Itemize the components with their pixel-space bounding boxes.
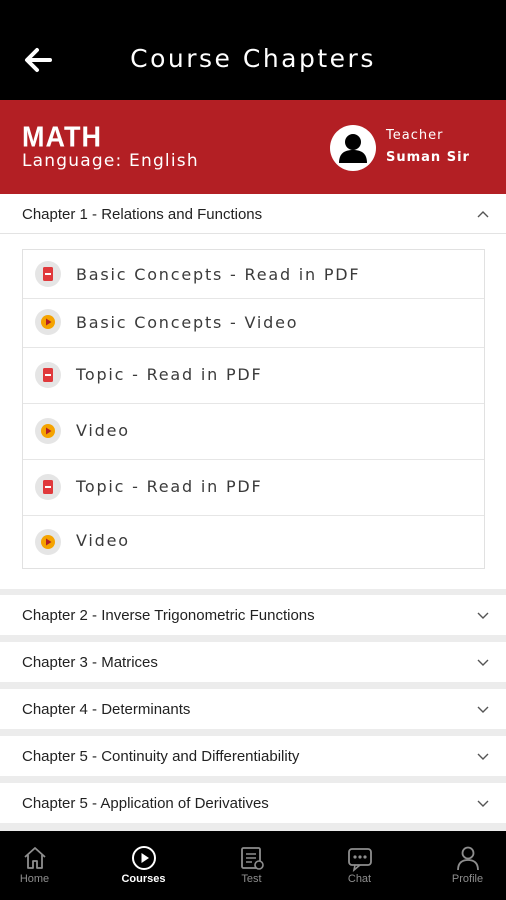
- lesson-item[interactable]: Basic Concepts - Video: [23, 299, 484, 348]
- chat-icon: [347, 848, 372, 872]
- chapter-title: Chapter 1 - Relations and Functions: [22, 206, 263, 223]
- lesson-label: Topic - Read in PDF: [76, 365, 263, 384]
- pdf-icon: [35, 474, 61, 500]
- lesson-label: Video: [76, 421, 130, 440]
- chapter-header[interactable]: Chapter 1 - Relations and Functions: [0, 194, 506, 234]
- chapter-header[interactable]: Chapter 5 - Continuity and Differentiabi…: [0, 736, 506, 776]
- chapter-title: Chapter 3 - Matrices: [22, 654, 158, 671]
- chevron-down-icon: [477, 753, 489, 760]
- chapter-title: Chapter 4 - Determinants: [22, 701, 191, 718]
- chapter-header[interactable]: Chapter 2 - Inverse Trigonometric Functi…: [0, 595, 506, 635]
- teacher-label: Teacher: [386, 128, 444, 143]
- chapter-title: Chapter 5 - Application of Derivatives: [22, 795, 269, 812]
- nav-label: Courses: [121, 873, 166, 885]
- chapter-header[interactable]: Chapter 4 - Determinants: [0, 689, 506, 729]
- bottom-nav: Home Courses Test Chat Profile: [0, 831, 506, 900]
- lesson-item[interactable]: Topic - Read in PDF: [23, 348, 484, 404]
- course-language: Language: English: [22, 151, 199, 171]
- chevron-down-icon: [477, 706, 489, 713]
- nav-test[interactable]: Test: [201, 831, 302, 900]
- home-icon: [23, 847, 46, 869]
- person-icon: [339, 134, 367, 163]
- chevron-up-icon: [477, 211, 489, 218]
- app-bar: Course Chapters: [0, 0, 506, 100]
- nav-label: Profile: [451, 873, 484, 885]
- pdf-icon: [35, 261, 61, 287]
- chapter-panel-expanded: Chapter 1 - Relations and Functions Basi…: [0, 194, 506, 589]
- lesson-label: Video: [76, 531, 130, 550]
- chevron-down-icon: [477, 612, 489, 619]
- play-icon: [35, 309, 61, 335]
- lesson-item[interactable]: Basic Concepts - Read in PDF: [23, 250, 484, 299]
- play-icon: [35, 529, 61, 555]
- nav-profile[interactable]: Profile: [417, 831, 506, 900]
- chevron-down-icon: [477, 659, 489, 666]
- lesson-label: Basic Concepts - Video: [76, 313, 299, 332]
- lesson-list: Basic Concepts - Read in PDF Basic Conce…: [22, 249, 485, 569]
- course-subject: MATH: [22, 121, 102, 153]
- play-icon: [35, 418, 61, 444]
- page-title: Course Chapters: [130, 44, 376, 73]
- chapter-title: Chapter 2 - Inverse Trigonometric Functi…: [22, 607, 315, 624]
- teacher-avatar: [330, 125, 376, 171]
- profile-icon: [456, 846, 479, 871]
- nav-label: Home: [19, 873, 50, 885]
- chapter-header[interactable]: Chapter 3 - Matrices: [0, 642, 506, 682]
- chevron-down-icon: [477, 800, 489, 807]
- divider: [0, 233, 506, 234]
- chapter-title: Chapter 5 - Continuity and Differentiabi…: [22, 748, 300, 765]
- lesson-item[interactable]: Video: [23, 404, 484, 460]
- nav-home[interactable]: Home: [0, 831, 85, 900]
- nav-label: Chat: [347, 873, 372, 885]
- lesson-item[interactable]: Topic - Read in PDF: [23, 460, 484, 516]
- lesson-label: Topic - Read in PDF: [76, 477, 263, 496]
- chapter-header[interactable]: Chapter 5 - Application of Derivatives: [0, 783, 506, 823]
- teacher-name: Suman Sir: [386, 150, 470, 165]
- test-icon: [240, 847, 264, 870]
- lesson-label: Basic Concepts - Read in PDF: [76, 265, 361, 284]
- nav-courses[interactable]: Courses: [93, 831, 194, 900]
- nav-label: Test: [241, 873, 262, 885]
- play-circle-icon: [131, 846, 156, 870]
- lesson-item[interactable]: Video: [23, 516, 484, 568]
- pdf-icon: [35, 362, 61, 388]
- nav-chat[interactable]: Chat: [309, 831, 410, 900]
